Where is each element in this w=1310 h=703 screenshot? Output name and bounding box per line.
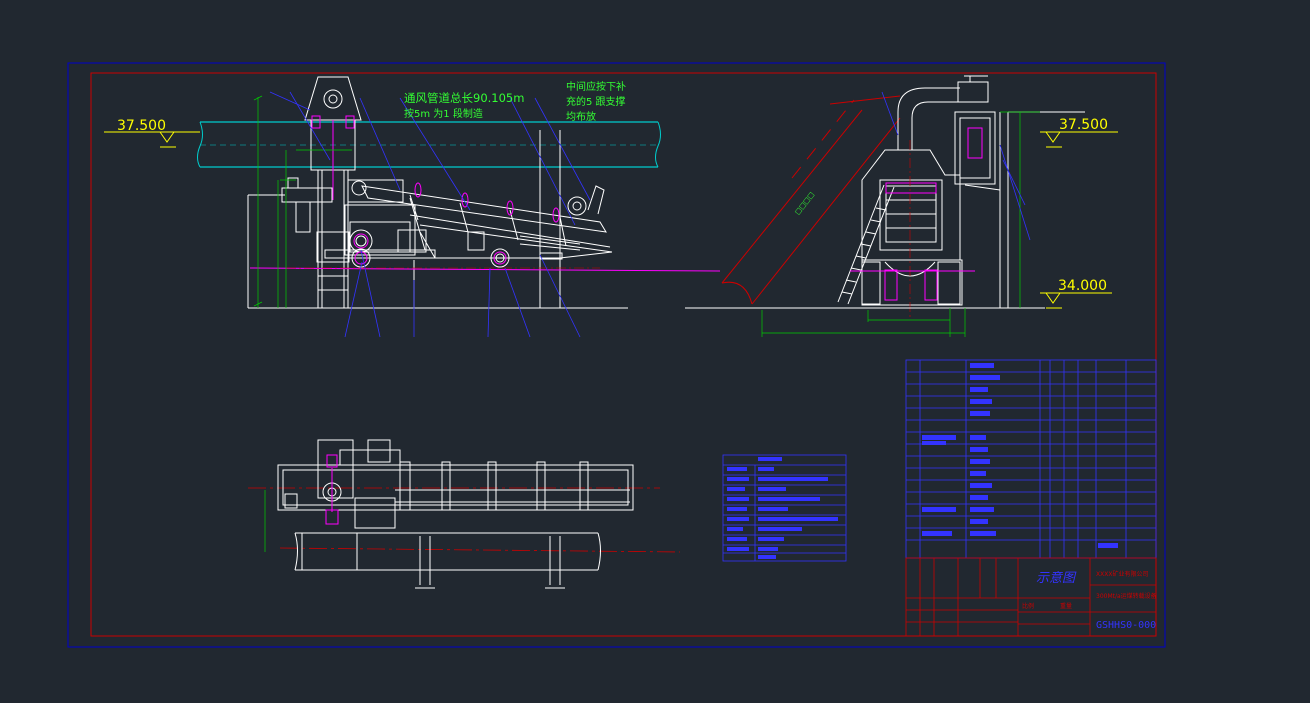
project-name: 300Mt/a运煤转载设备 — [1096, 592, 1157, 600]
note-pipe-length: 通风管道总长90.105m — [404, 91, 524, 105]
elevation-label-right-bottom: 34.000 — [1058, 278, 1107, 294]
elevation-mark-right-top: 37.500 — [1040, 117, 1118, 148]
company-name: XXXX矿业有限公司 — [1096, 570, 1148, 578]
elevation-label-right-top: 37.500 — [1059, 117, 1108, 133]
drawing-number: GSHHS0-000 — [1096, 620, 1156, 631]
elevation-mark-left: 37.500 — [104, 118, 200, 148]
dimension-lines-end — [761, 111, 1040, 337]
cad-drawing-canvas: 37.500 通风管道总长90.105m 按5m 为1 段制造 中间应按下补 充… — [67, 62, 1166, 648]
svg-text:□□□□: □□□□ — [793, 190, 816, 216]
scale-label: 比例 — [1022, 602, 1034, 610]
note-support-1: 中间应按下补 — [566, 80, 626, 93]
end-tower — [861, 75, 1009, 308]
plan-frame — [277, 439, 634, 589]
parameter-table-fill — [727, 457, 838, 559]
note-support-3: 均布放 — [566, 110, 596, 123]
machine-frame — [281, 177, 613, 268]
rail-reference-line — [249, 267, 721, 272]
parts-list-fill — [922, 363, 1118, 548]
drawing-name: 示意图 — [1036, 570, 1077, 586]
side-elevation-view: 37.500 通风管道总长90.105m 按5m 为1 段制造 中间应按下补 充… — [104, 76, 721, 338]
note-support-2: 充的5 跟支撑 — [566, 95, 626, 108]
elevation-mark-right-bottom: 34.000 — [1040, 278, 1112, 309]
plan-view — [248, 439, 681, 589]
parts-list — [905, 359, 1157, 559]
note-segment: 按5m 为1 段制造 — [404, 107, 483, 120]
elevation-label-left: 37.500 — [117, 118, 166, 134]
weight-label: 重量 — [1060, 602, 1072, 610]
end-section-view: □□□□ 37.500 34.000 — [685, 75, 1118, 337]
